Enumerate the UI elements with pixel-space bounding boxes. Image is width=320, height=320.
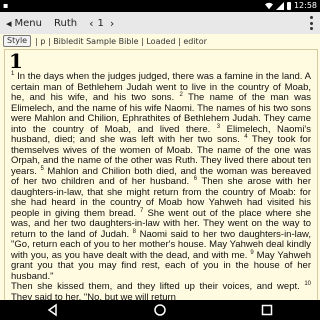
verse-number: 7 [140,207,144,214]
signal-icon [275,2,284,10]
overflow-menu-icon[interactable] [308,16,314,30]
back-icon[interactable] [46,303,60,317]
verse-number: 3 [216,123,221,130]
wifi-icon [264,2,273,10]
verse-text: Then she kissed them, and they lifted up… [11,281,305,292]
previous-chapter-button[interactable]: ‹ [89,17,93,30]
navigation-bar [0,300,320,320]
verse-number: 1 [11,70,15,77]
passage: 1 In the days when the judges judged, th… [11,70,311,301]
verse-number: 8 [132,228,137,235]
menu-button[interactable]: ◂ Menu [6,17,42,30]
next-chapter-button[interactable]: › [110,17,114,30]
style-button[interactable]: Style [3,35,32,47]
verse-number: 9 [250,249,254,256]
chapter-number: 1 [9,49,23,73]
editor-text-area[interactable]: 1 1 In the days when the judges judged, … [4,49,318,302]
verse-number: 6 [193,175,198,182]
verse-number: 10 [304,280,311,287]
status-bar: ▪ 12:58 [0,0,320,12]
book-selector[interactable]: Ruth [54,18,77,29]
recents-icon[interactable] [260,303,274,317]
verse-number: 2 [179,91,183,98]
home-icon[interactable] [153,303,167,317]
info-bar: Style | p | Bibledit Sample Bible | Load… [0,34,320,48]
verse-number: 4 [244,133,248,140]
battery-icon [286,2,291,10]
notification-icon: ▪ [3,1,9,10]
back-chevron-icon: ◂ [6,16,12,30]
verse-number: 5 [40,165,44,172]
action-bar: ◂ Menu Ruth ‹ 1 › [0,12,320,35]
menu-label: Menu [14,17,42,29]
editor-status-text: | p | Bibledit Sample Bible | Loaded | e… [35,36,207,46]
chapter-selector[interactable]: 1 [98,18,104,29]
status-time: 12:58 [293,1,317,10]
status-icons: 12:58 [264,0,317,12]
